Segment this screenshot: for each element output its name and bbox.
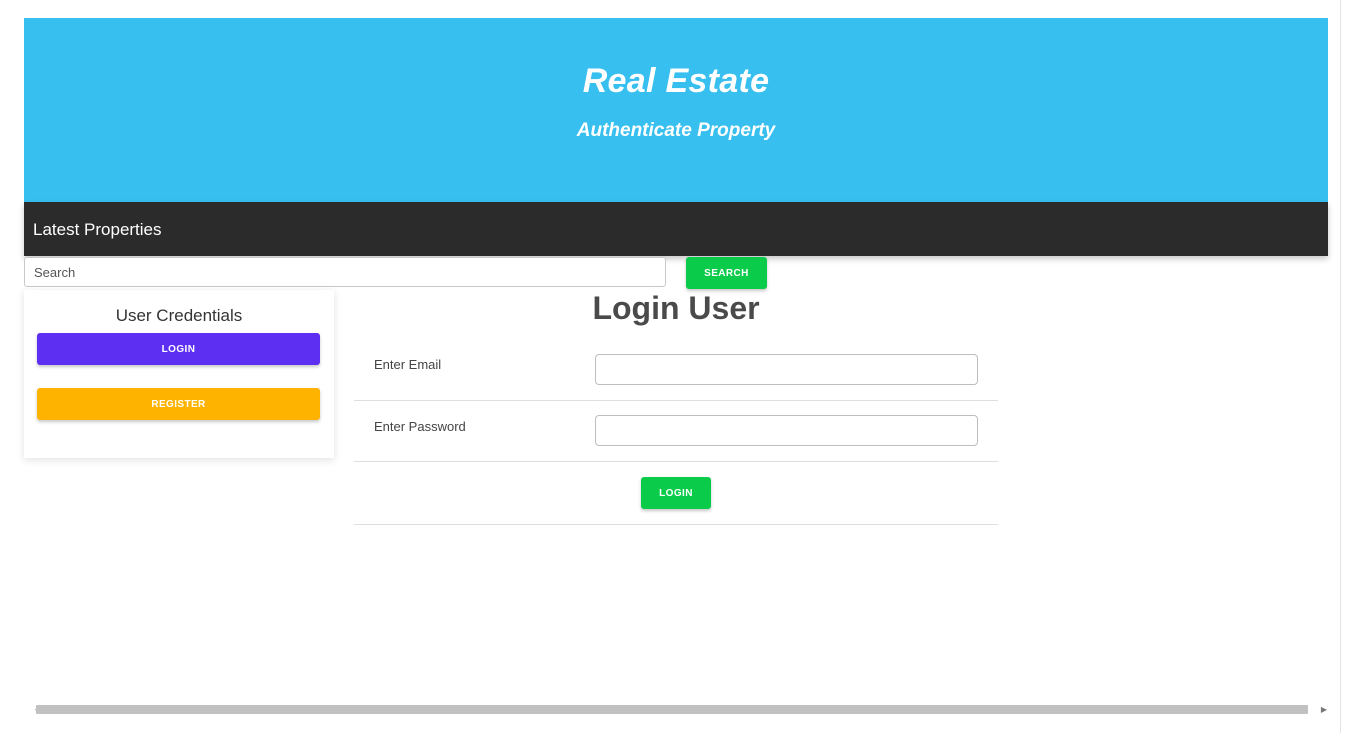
horizontal-scrollbar-thumb[interactable] (36, 705, 1308, 714)
site-title: Real Estate (582, 62, 770, 100)
password-field[interactable] (595, 415, 978, 446)
sidebar-login-button[interactable]: LOGIN (37, 333, 320, 365)
login-form-title: Login User (592, 290, 760, 326)
email-label: Enter Email (374, 357, 442, 372)
sidebar-register-button[interactable]: REGISTER (37, 388, 320, 420)
vertical-scrollbar[interactable] (1340, 0, 1352, 733)
navbar: Latest Properties (24, 202, 1328, 256)
page: Real Estate Authenticate Property Latest… (0, 0, 1352, 733)
navbar-title-link[interactable]: Latest Properties (33, 220, 162, 240)
search-input[interactable] (24, 257, 666, 287)
password-label: Enter Password (374, 419, 466, 434)
submit-row: LOGIN (354, 462, 998, 525)
header-banner: Real Estate Authenticate Property (24, 18, 1328, 202)
horizontal-scrollbar[interactable]: ◀ ▶ (24, 703, 1334, 717)
site-subtitle: Authenticate Property (576, 120, 776, 141)
email-field[interactable] (595, 354, 978, 385)
search-button[interactable]: SEARCH (686, 257, 767, 289)
user-credentials-panel: User Credentials LOGIN REGISTER (24, 290, 334, 458)
email-row: Enter Email (354, 340, 998, 401)
scroll-right-arrow-icon[interactable]: ▶ (1318, 703, 1330, 717)
login-submit-button[interactable]: LOGIN (641, 477, 711, 509)
user-credentials-title: User Credentials (115, 306, 243, 325)
password-row: Enter Password (354, 401, 998, 462)
